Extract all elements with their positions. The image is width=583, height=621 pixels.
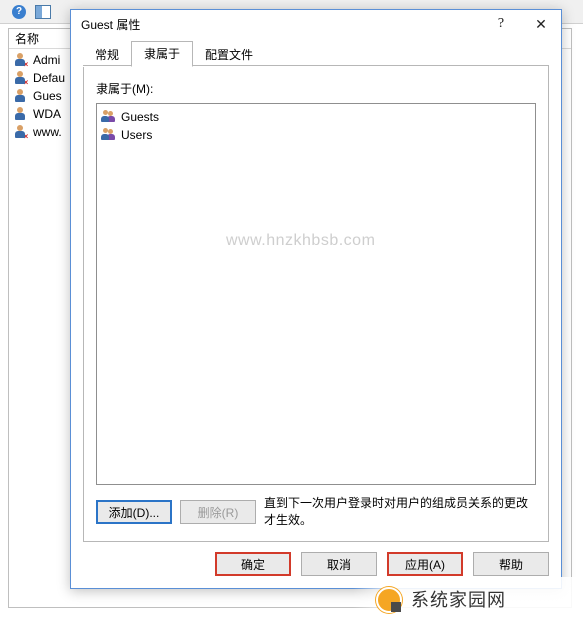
toolbar-layout-button[interactable] (32, 2, 54, 22)
list-item-label: Users (121, 128, 152, 142)
list-item-label: Defau (33, 71, 65, 85)
dialog-close-button[interactable]: ✕ (521, 10, 561, 38)
tab-general[interactable]: 常规 (83, 43, 131, 67)
site-logo-banner: 系统家园网 (353, 577, 583, 621)
list-item-label: www. (33, 125, 62, 139)
member-of-label: 隶属于(M): (96, 80, 536, 97)
remove-button: 删除(R) (180, 500, 256, 524)
user-disabled-icon: × (13, 52, 29, 68)
logo-text: 系统家园网 (411, 586, 506, 612)
membership-hint: 直到下一次用户登录时对用户的组成员关系的更改才生效。 (264, 495, 536, 529)
user-icon (13, 106, 29, 122)
help-button[interactable]: 帮助 (473, 552, 549, 576)
tab-member-of[interactable]: 隶属于 (131, 41, 193, 67)
properties-dialog: Guest 属性 ? ✕ 常规 隶属于 配置文件 隶属于(M): Guests … (70, 9, 562, 589)
tab-panel-member-of: 隶属于(M): Guests Users 添加(D)... 删除(R) 直到下一… (83, 66, 549, 542)
dialog-tabs: 常规 隶属于 配置文件 (83, 42, 549, 66)
member-of-list[interactable]: Guests Users (96, 103, 536, 485)
cancel-button[interactable]: 取消 (301, 552, 377, 576)
dialog-titlebar[interactable]: Guest 属性 ? ✕ (71, 10, 561, 38)
list-item[interactable]: Users (101, 126, 531, 144)
add-button[interactable]: 添加(D)... (96, 500, 172, 524)
list-item-label: Gues (33, 89, 62, 103)
user-disabled-icon: × (13, 124, 29, 140)
layout-icon (35, 5, 51, 19)
tab-profile[interactable]: 配置文件 (193, 43, 265, 67)
ok-button[interactable]: 确定 (215, 552, 291, 576)
list-item-label: Guests (121, 110, 159, 124)
toolbar-help-button[interactable]: ? (8, 2, 30, 22)
user-disabled-icon: × (13, 70, 29, 86)
group-icon (101, 127, 117, 143)
user-icon (13, 88, 29, 104)
list-item-label: WDA (33, 107, 61, 121)
list-item[interactable]: Guests (101, 108, 531, 126)
apply-button[interactable]: 应用(A) (387, 552, 463, 576)
logo-icon (373, 584, 403, 614)
dialog-title: Guest 属性 (81, 16, 140, 33)
dialog-help-button[interactable]: ? (481, 10, 521, 38)
help-icon: ? (12, 5, 26, 19)
list-item-label: Admi (33, 53, 60, 67)
group-icon (101, 109, 117, 125)
